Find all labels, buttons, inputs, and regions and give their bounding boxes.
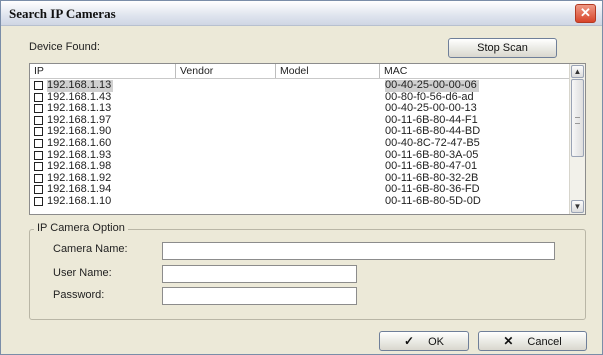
column-header-ip[interactable]: IP	[30, 64, 176, 78]
row-checkbox[interactable]	[34, 150, 43, 160]
device-rows: 192.168.1.13 00-40-25-00-00-06 192.168.1.4…	[30, 79, 569, 208]
search-ip-cameras-dialog: Search IP Cameras ✕ Device Found: Stop S…	[0, 0, 603, 355]
user-name-label: User Name:	[53, 267, 112, 279]
user-name-input[interactable]	[162, 265, 357, 283]
table-row[interactable]: 192.168.1.98 00-11-6B-80-47-01	[30, 161, 569, 173]
table-row[interactable]: 192.168.1.10 00-11-6B-80-5D-0D	[30, 194, 569, 208]
grip-icon	[575, 117, 580, 124]
row-ip: 192.168.1.13	[47, 79, 114, 92]
list-header: IP Vendor Model MAC	[30, 64, 569, 79]
ok-label: OK	[428, 336, 444, 348]
row-ip: 192.168.1.60	[47, 136, 112, 149]
camera-name-input[interactable]	[162, 242, 555, 260]
device-list[interactable]: IP Vendor Model MAC 192.168.1.13 00-40-25…	[29, 63, 586, 215]
row-checkbox[interactable]	[34, 138, 43, 148]
scroll-thumb[interactable]	[571, 79, 584, 157]
cancel-button[interactable]: ✕ Cancel	[478, 331, 587, 351]
row-checkbox[interactable]	[34, 185, 43, 195]
row-checkbox[interactable]	[34, 115, 43, 125]
ok-button[interactable]: ✓ OK	[379, 331, 469, 351]
ip-camera-option-legend: IP Camera Option	[34, 222, 128, 234]
column-header-vendor[interactable]: Vendor	[176, 64, 276, 78]
password-label: Password:	[53, 289, 105, 301]
row-checkbox[interactable]	[34, 104, 43, 114]
row-mac: 00-11-6B-80-47-01	[385, 160, 478, 173]
camera-name-label: Camera Name:	[53, 243, 128, 255]
row-mac: 00-11-6B-80-5D-0D	[385, 194, 481, 207]
stop-scan-button[interactable]: Stop Scan	[448, 38, 557, 58]
dialog-title: Search IP Cameras	[9, 6, 116, 21]
close-button[interactable]: ✕	[575, 4, 596, 23]
vertical-scrollbar[interactable]: ▲ ▼	[569, 64, 585, 214]
row-checkbox[interactable]	[34, 81, 43, 90]
row-checkbox[interactable]	[34, 162, 43, 172]
checkmark-icon: ✓	[404, 334, 415, 348]
row-mac: 00-40-8C-72-47-B5	[385, 136, 480, 149]
scroll-down-button[interactable]: ▼	[571, 200, 584, 213]
title-bar[interactable]: Search IP Cameras ✕	[1, 1, 602, 26]
close-x-icon: ✕	[580, 5, 591, 20]
column-header-mac[interactable]: MAC	[380, 64, 569, 78]
row-checkbox[interactable]	[34, 92, 43, 102]
row-checkbox[interactable]	[34, 127, 43, 137]
row-mac: 00-40-25-00-00-06	[385, 79, 479, 92]
password-input[interactable]	[162, 287, 357, 305]
table-row[interactable]: 192.168.1.13 00-40-25-00-00-06	[30, 79, 569, 92]
cancel-label: Cancel	[527, 336, 562, 348]
row-checkbox[interactable]	[34, 196, 43, 206]
column-header-model[interactable]: Model	[276, 64, 380, 78]
row-ip: 192.168.1.10	[47, 194, 112, 207]
table-row[interactable]: 192.168.1.60 00-40-8C-72-47-B5	[30, 136, 569, 150]
scroll-up-button[interactable]: ▲	[571, 65, 584, 78]
row-checkbox[interactable]	[34, 173, 43, 183]
x-icon: ✕	[503, 334, 514, 348]
row-ip: 192.168.1.98	[47, 160, 112, 173]
device-found-label: Device Found:	[29, 41, 100, 53]
